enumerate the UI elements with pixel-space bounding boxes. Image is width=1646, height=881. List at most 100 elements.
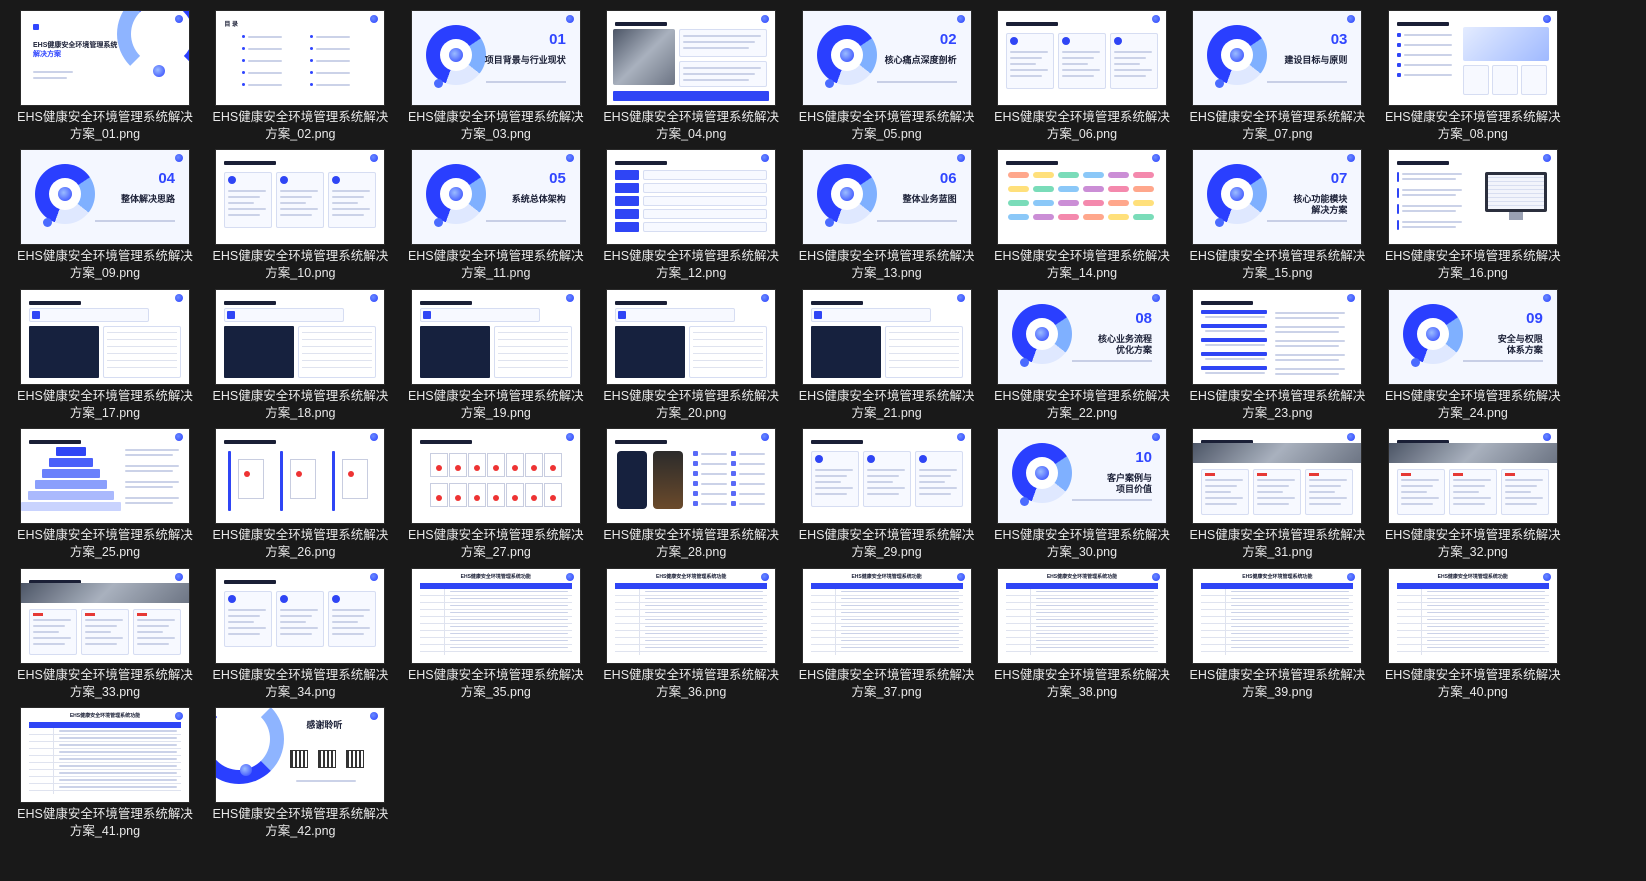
file-name[interactable]: EHS健康安全环境管理系统解决方案_24.png — [1379, 388, 1567, 422]
file-thumbnail[interactable]: 目 录 — [216, 11, 385, 105]
file-name[interactable]: EHS健康安全环境管理系统解决方案_22.png — [988, 388, 1176, 422]
file-thumbnail[interactable] — [1388, 150, 1557, 245]
file-item[interactable]: 08 核心业务流程 优化方案 EHS健康安全环境管理系统解决方案_22.png — [988, 289, 1176, 430]
file-name[interactable]: EHS健康安全环境管理系统解决方案_39.png — [1183, 667, 1371, 701]
file-name[interactable]: EHS健康安全环境管理系统解决方案_33.png — [11, 667, 199, 701]
file-name[interactable]: EHS健康安全环境管理系统解决方案_21.png — [793, 388, 981, 422]
file-thumbnail[interactable]: 05 系统总体架构 — [411, 150, 580, 245]
file-name[interactable]: EHS健康安全环境管理系统解决方案_37.png — [793, 667, 981, 701]
file-name[interactable]: EHS健康安全环境管理系统解决方案_23.png — [1183, 388, 1371, 422]
file-item[interactable]: EHS健康安全环境管理系统解决方案_10.png — [206, 150, 394, 290]
file-item[interactable]: EHS健康安全环境管理系统解决方案_08.png — [1379, 11, 1567, 151]
file-item[interactable]: 目 录 EHS健康安全环境管理系统解决方案_02.png — [206, 11, 394, 151]
file-thumbnail[interactable] — [216, 150, 385, 245]
file-thumbnail[interactable]: 02 核心痛点深度剖析 — [802, 11, 971, 105]
file-item[interactable]: EHS健康安全环境管理系统功能 EHS健康安全环境管理系统解决方案_41.png — [11, 708, 199, 848]
file-item[interactable]: 感谢聆听 EHS健康安全环境管理系统解决方案_42.png — [206, 708, 394, 848]
file-thumbnail[interactable] — [1388, 11, 1557, 105]
file-thumbnail[interactable] — [802, 429, 971, 524]
file-item[interactable]: 02 核心痛点深度剖析 EHS健康安全环境管理系统解决方案_05.png — [793, 11, 981, 151]
file-name[interactable]: EHS健康安全环境管理系统解决方案_06.png — [988, 109, 1176, 143]
file-name[interactable]: EHS健康安全环境管理系统解决方案_26.png — [206, 527, 394, 561]
file-thumbnail[interactable]: 04 整体解决思路 — [21, 150, 189, 245]
file-thumbnail[interactable]: 01 项目背景与行业现状 — [411, 11, 580, 105]
file-thumbnail[interactable]: 06 整体业务蓝图 — [802, 150, 971, 245]
file-item[interactable]: 07 核心功能模块 解决方案 EHS健康安全环境管理系统解决方案_15.png — [1183, 150, 1371, 290]
file-name[interactable]: EHS健康安全环境管理系统解决方案_32.png — [1379, 527, 1567, 561]
file-item[interactable]: 01 项目背景与行业现状 EHS健康安全环境管理系统解决方案_03.png — [402, 11, 590, 151]
file-name[interactable]: EHS健康安全环境管理系统解决方案_10.png — [206, 248, 394, 282]
file-name[interactable]: EHS健康安全环境管理系统解决方案_07.png — [1183, 109, 1371, 143]
file-name[interactable]: EHS健康安全环境管理系统解决方案_15.png — [1183, 248, 1371, 282]
file-thumbnail[interactable]: EHS健康安全环境管理系统 解决方案 — [21, 11, 189, 105]
file-thumbnail[interactable]: 07 核心功能模块 解决方案 — [1193, 150, 1362, 245]
file-thumbnail[interactable]: EHS健康安全环境管理系统功能 — [411, 568, 580, 663]
file-item[interactable]: 09 安全与权限 体系方案 EHS健康安全环境管理系统解决方案_24.png — [1379, 289, 1567, 430]
file-name[interactable]: EHS健康安全环境管理系统解决方案_38.png — [988, 667, 1176, 701]
file-item[interactable]: EHS健康安全环境管理系统功能 EHS健康安全环境管理系统解决方案_40.png — [1379, 568, 1567, 709]
file-thumbnail[interactable] — [411, 429, 580, 524]
file-thumbnail[interactable]: 10 客户案例与 项目价值 — [998, 429, 1166, 524]
file-thumbnail[interactable] — [411, 289, 580, 384]
file-item[interactable]: EHS健康安全环境管理系统解决方案_27.png — [402, 429, 590, 569]
file-item[interactable]: EHS健康安全环境管理系统解决方案_19.png — [402, 289, 590, 430]
file-item[interactable]: EHS健康安全环境管理系统功能 EHS健康安全环境管理系统解决方案_37.png — [793, 568, 981, 709]
file-thumbnail[interactable] — [607, 289, 776, 384]
file-thumbnail[interactable] — [607, 150, 776, 245]
file-thumbnail[interactable] — [607, 11, 776, 105]
file-item[interactable]: EHS健康安全环境管理系统解决方案_06.png — [988, 11, 1176, 151]
file-thumbnail[interactable] — [21, 568, 189, 663]
file-name[interactable]: EHS健康安全环境管理系统解决方案_25.png — [11, 527, 199, 561]
file-item[interactable]: EHS健康安全环境管理系统功能 EHS健康安全环境管理系统解决方案_39.png — [1183, 568, 1371, 709]
file-item[interactable]: EHS健康安全环境管理系统解决方案_04.png — [597, 11, 785, 151]
file-item[interactable]: EHS健康安全环境管理系统解决方案_28.png — [597, 429, 785, 569]
file-item[interactable]: EHS健康安全环境管理系统解决方案_26.png — [206, 429, 394, 569]
file-thumbnail[interactable] — [216, 429, 385, 524]
file-name[interactable]: EHS健康安全环境管理系统解决方案_40.png — [1379, 667, 1567, 701]
file-thumbnail[interactable] — [21, 289, 189, 384]
file-thumbnail[interactable]: 08 核心业务流程 优化方案 — [998, 289, 1166, 384]
file-item[interactable]: EHS健康安全环境管理系统功能 EHS健康安全环境管理系统解决方案_38.png — [988, 568, 1176, 709]
file-thumbnail[interactable]: 感谢聆听 — [216, 708, 385, 802]
file-name[interactable]: EHS健康安全环境管理系统解决方案_28.png — [597, 527, 785, 561]
file-item[interactable]: EHS健康安全环境管理系统解决方案_16.png — [1379, 150, 1567, 290]
file-thumbnail[interactable]: EHS健康安全环境管理系统功能 — [802, 568, 971, 663]
file-name[interactable]: EHS健康安全环境管理系统解决方案_30.png — [988, 527, 1176, 561]
file-thumbnail[interactable] — [1388, 429, 1557, 524]
file-item[interactable]: EHS健康安全环境管理系统解决方案_17.png — [11, 289, 199, 430]
file-item[interactable]: EHS健康安全环境管理系统功能 EHS健康安全环境管理系统解决方案_36.png — [597, 568, 785, 709]
file-item[interactable]: EHS健康安全环境管理系统解决方案_25.png — [11, 429, 199, 569]
file-name[interactable]: EHS健康安全环境管理系统解决方案_03.png — [402, 109, 590, 143]
file-name[interactable]: EHS健康安全环境管理系统解决方案_13.png — [793, 248, 981, 282]
file-name[interactable]: EHS健康安全环境管理系统解决方案_34.png — [206, 667, 394, 701]
file-name[interactable]: EHS健康安全环境管理系统解决方案_19.png — [402, 388, 590, 422]
file-thumbnail[interactable] — [998, 150, 1166, 245]
file-name[interactable]: EHS健康安全环境管理系统解决方案_41.png — [11, 806, 199, 840]
file-item[interactable]: EHS健康安全环境管理系统解决方案_34.png — [206, 568, 394, 709]
file-item[interactable]: EHS健康安全环境管理系统解决方案_29.png — [793, 429, 981, 569]
file-name[interactable]: EHS健康安全环境管理系统解决方案_09.png — [11, 248, 199, 282]
file-name[interactable]: EHS健康安全环境管理系统解决方案_14.png — [988, 248, 1176, 282]
file-name[interactable]: EHS健康安全环境管理系统解决方案_02.png — [206, 109, 394, 143]
file-name[interactable]: EHS健康安全环境管理系统解决方案_36.png — [597, 667, 785, 701]
file-name[interactable]: EHS健康安全环境管理系统解决方案_42.png — [206, 806, 394, 840]
file-item[interactable]: EHS健康安全环境管理系统解决方案_33.png — [11, 568, 199, 709]
file-thumbnail[interactable] — [21, 429, 189, 524]
file-item[interactable]: EHS健康安全环境管理系统功能 EHS健康安全环境管理系统解决方案_35.png — [402, 568, 590, 709]
file-thumbnail[interactable]: EHS健康安全环境管理系统功能 — [21, 708, 189, 802]
file-name[interactable]: EHS健康安全环境管理系统解决方案_31.png — [1183, 527, 1371, 561]
file-item[interactable]: 10 客户案例与 项目价值 EHS健康安全环境管理系统解决方案_30.png — [988, 429, 1176, 569]
file-thumbnail[interactable]: EHS健康安全环境管理系统功能 — [1388, 568, 1557, 663]
file-item[interactable]: 03 建设目标与原则 EHS健康安全环境管理系统解决方案_07.png — [1183, 11, 1371, 151]
file-name[interactable]: EHS健康安全环境管理系统解决方案_20.png — [597, 388, 785, 422]
file-thumbnail[interactable] — [1193, 289, 1362, 384]
file-name[interactable]: EHS健康安全环境管理系统解决方案_11.png — [402, 248, 590, 282]
file-thumbnail[interactable] — [802, 289, 971, 384]
file-item[interactable]: 04 整体解决思路 EHS健康安全环境管理系统解决方案_09.png — [11, 150, 199, 290]
file-name[interactable]: EHS健康安全环境管理系统解决方案_12.png — [597, 248, 785, 282]
file-item[interactable]: 06 整体业务蓝图 EHS健康安全环境管理系统解决方案_13.png — [793, 150, 981, 290]
file-item[interactable]: EHS健康安全环境管理系统解决方案_21.png — [793, 289, 981, 430]
file-item[interactable]: EHS健康安全环境管理系统解决方案_20.png — [597, 289, 785, 430]
file-thumbnail[interactable] — [216, 289, 385, 384]
file-name[interactable]: EHS健康安全环境管理系统解决方案_01.png — [11, 109, 199, 143]
